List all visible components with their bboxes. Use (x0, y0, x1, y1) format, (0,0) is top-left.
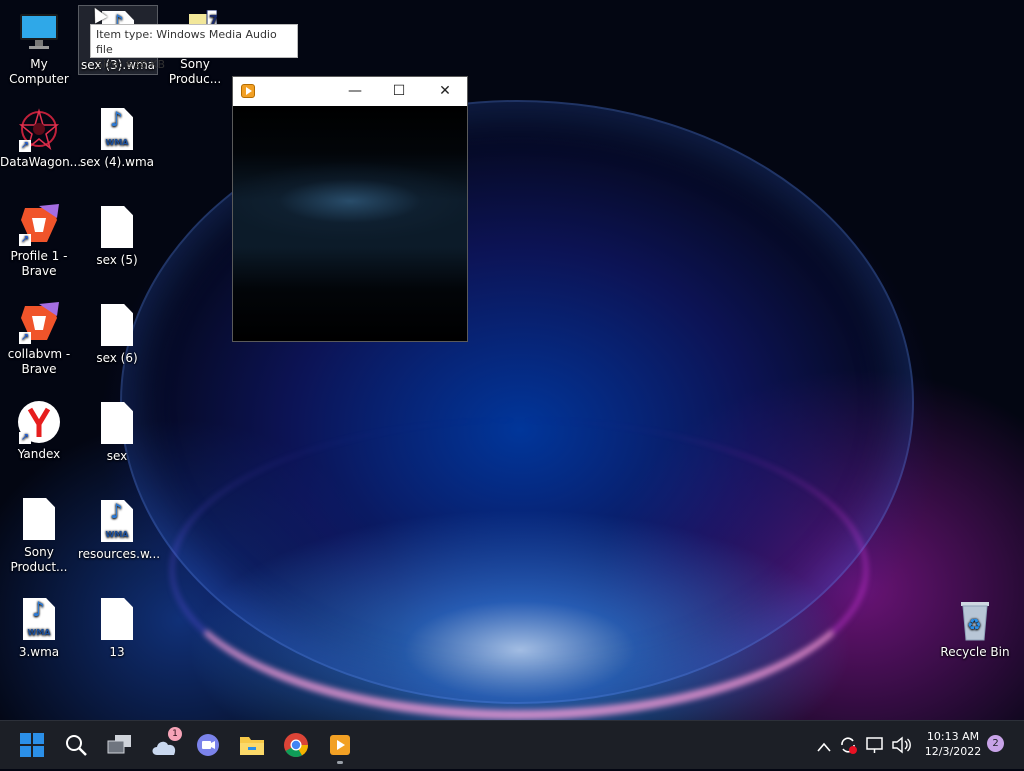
desktop-icon-collabvm-brave[interactable]: ↗ collabvm - Brave (0, 300, 78, 377)
chrome-icon (284, 733, 308, 758)
icon-label: 3.wma (18, 645, 60, 659)
desktop-icon-13[interactable]: 13 (78, 598, 156, 660)
icon-label: resources.w... (78, 547, 161, 561)
media-player-window[interactable]: — ☐ ✕ (232, 76, 468, 342)
document-icon (95, 206, 139, 250)
brave-lion-icon: ↗ (17, 202, 61, 246)
document-icon (95, 304, 139, 348)
chevron-up-icon (817, 742, 831, 752)
teams-chat-button[interactable] (188, 725, 228, 765)
clock-date: 12/3/2022 (924, 745, 982, 758)
desktop-icon-datawagon[interactable]: ↗ DataWagon... (0, 108, 82, 170)
brave-lion-icon: ↗ (17, 300, 61, 344)
document-icon (95, 598, 139, 642)
media-player-taskbar-button[interactable] (320, 725, 360, 765)
document-icon (95, 402, 139, 446)
recycle-bin-icon: ♻ (953, 598, 997, 642)
desktop-icon-sex5[interactable]: sex (5) (78, 206, 156, 268)
desktop-icon-sony-product-file[interactable]: Sony Product... (0, 498, 78, 575)
desktop-icon-sex4-wma[interactable]: ♪ WMA sex (4).wma (78, 108, 156, 170)
shortcut-arrow-icon: ↗ (19, 432, 31, 444)
desktop-icon-my-computer[interactable]: My Computer (0, 10, 78, 87)
speaker-icon (892, 736, 911, 754)
desktop-icon-yandex[interactable]: ↗ Yandex (0, 400, 78, 462)
search-icon (66, 735, 87, 756)
close-button[interactable]: ✕ (422, 77, 468, 106)
clock-time: 10:13 AM (926, 730, 980, 743)
datawagon-star-icon: ↗ (17, 108, 61, 152)
search-button[interactable] (56, 725, 96, 765)
volume-button[interactable] (888, 725, 914, 765)
icon-label: 13 (109, 645, 125, 659)
tooltip-item-type: Item type: Windows Media Audio file (96, 28, 277, 56)
sync-error-icon (841, 737, 857, 754)
task-view-button[interactable] (100, 725, 140, 765)
icon-label: sex (6) (96, 351, 138, 365)
desktop-icon-3wma[interactable]: ♪ WMA 3.wma (0, 598, 78, 660)
icon-label: collabvm - Brave (7, 347, 71, 376)
icon-label: sex (106, 449, 128, 463)
media-player-app-icon (241, 84, 255, 98)
shortcut-arrow-icon: ↗ (19, 332, 31, 344)
desktop-icon-recycle-bin[interactable]: ♻ Recycle Bin (936, 598, 1014, 660)
taskbar: 1 10:13 AM 12/3/2022 (0, 720, 1024, 769)
yandex-icon: ↗ (17, 400, 61, 444)
minimize-button[interactable]: — (332, 77, 378, 106)
sync-status-button[interactable] (836, 725, 860, 765)
shortcut-arrow-icon: ↗ (19, 140, 31, 152)
icon-label: My Computer (9, 57, 69, 86)
video-chat-icon (197, 734, 219, 756)
visualization-area[interactable] (233, 106, 467, 341)
wma-file-icon: ♪WMA (17, 598, 61, 642)
icon-label: Recycle Bin (940, 645, 1010, 659)
clock[interactable]: 10:13 AM 12/3/2022 (914, 729, 992, 759)
wallpaper-glow (170, 420, 868, 720)
desktop-icon-profile1-brave[interactable]: ↗ Profile 1 - Brave (0, 202, 78, 279)
media-player-icon (330, 735, 350, 755)
icon-label: Yandex (17, 447, 61, 461)
window-titlebar[interactable]: — ☐ ✕ (233, 77, 467, 106)
task-view-icon (107, 735, 131, 754)
document-icon (17, 498, 61, 542)
wma-file-icon: ♪WMA (95, 108, 139, 152)
icon-label: DataWagon... (0, 155, 82, 169)
icon-label: Profile 1 - Brave (10, 249, 68, 278)
shortcut-arrow-icon: ↗ (19, 234, 31, 246)
svg-text:♻: ♻ (967, 615, 981, 634)
monitor-icon (17, 10, 61, 54)
windows-logo-icon (20, 733, 44, 757)
network-button[interactable] (862, 725, 888, 765)
desktop-icon-sex[interactable]: sex (78, 402, 156, 464)
file-explorer-button[interactable] (232, 725, 272, 765)
network-icon (866, 737, 883, 753)
start-button[interactable] (12, 725, 52, 765)
icon-label: sex (4).wma (79, 155, 154, 169)
onedrive-badge: 1 (168, 727, 182, 741)
desktop-icon-resources-wma[interactable]: ♪ WMA resources.w... (78, 500, 161, 562)
file-info-tooltip: Item type: Windows Media Audio file Size… (90, 24, 298, 71)
icon-label: Sony Product... (10, 545, 68, 574)
chrome-button[interactable] (276, 725, 316, 765)
desktop-icon-sex6[interactable]: sex (6) (78, 304, 156, 366)
notification-center-badge[interactable]: 2 (987, 735, 1004, 752)
onedrive-button[interactable]: 1 (144, 725, 184, 765)
show-hidden-icons-button[interactable] (812, 725, 836, 765)
running-indicator (337, 761, 343, 764)
icon-label: sex (5) (96, 253, 138, 267)
wma-file-icon: ♪WMA (95, 500, 139, 544)
maximize-button[interactable]: ☐ (376, 77, 422, 106)
folder-icon (240, 737, 264, 755)
tooltip-size: Size: 638 KB (96, 58, 166, 71)
